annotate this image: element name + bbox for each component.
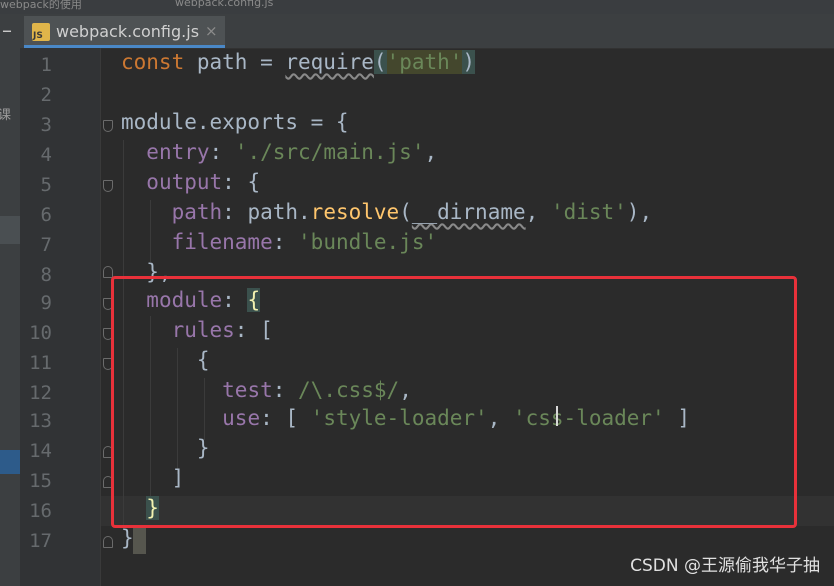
line-number: 3: [40, 114, 52, 136]
text-cursor-block: [133, 526, 146, 554]
code-line-4: entry: './src/main.js',: [146, 140, 438, 164]
editor-tab-bar: – JS webpack.config.js ×: [0, 14, 834, 49]
line-number: 8: [40, 264, 52, 286]
line-number: 5: [40, 174, 52, 196]
line-number: 4: [40, 144, 52, 166]
line-number: 11: [29, 352, 52, 374]
fold-icon[interactable]: [103, 180, 113, 192]
code-line-6: path: path.resolve(__dirname, 'dist'),: [171, 200, 653, 224]
code-line-17: }: [121, 526, 134, 550]
line-number: 13: [29, 410, 52, 432]
line-number: 16: [29, 500, 52, 522]
line-number: 6: [40, 204, 52, 226]
line-number: 12: [29, 382, 52, 404]
collapse-icon[interactable]: –: [2, 18, 12, 42]
annotation-highlight-box: [111, 276, 797, 528]
breadcrumb-file[interactable]: webpack.config.js: [175, 0, 273, 9]
breadcrumb: webpack的使用 webpack.config.js: [0, 0, 834, 14]
fold-icon[interactable]: [103, 120, 113, 132]
fold-icon[interactable]: [103, 536, 113, 548]
breadcrumb-project[interactable]: webpack的使用: [0, 0, 82, 12]
watermark: CSDN @王源偷我华子抽: [630, 556, 820, 576]
line-number: 17: [29, 530, 52, 552]
close-icon[interactable]: ×: [205, 22, 218, 40]
project-panel-label: 课: [0, 108, 12, 123]
line-number: 2: [40, 84, 52, 106]
code-line-1: const path = require('path'): [121, 50, 476, 74]
tab-webpack-config[interactable]: JS webpack.config.js ×: [24, 16, 225, 48]
line-number: 9: [40, 292, 52, 314]
line-number: 1: [40, 54, 52, 76]
line-number: 14: [29, 440, 52, 462]
code-line-5: output: {: [146, 170, 261, 194]
project-tree-active: [0, 450, 20, 474]
line-number: 7: [40, 234, 52, 256]
line-number: 10: [29, 322, 52, 344]
project-panel-strip[interactable]: 课: [0, 48, 20, 586]
code-line-7: filename: 'bundle.js': [171, 230, 438, 254]
project-tree-selection: [0, 216, 20, 244]
tab-title: webpack.config.js: [56, 22, 200, 41]
javascript-file-icon: JS: [32, 23, 50, 41]
line-number: 15: [29, 470, 52, 492]
code-line-3: module.exports = {: [121, 110, 349, 134]
